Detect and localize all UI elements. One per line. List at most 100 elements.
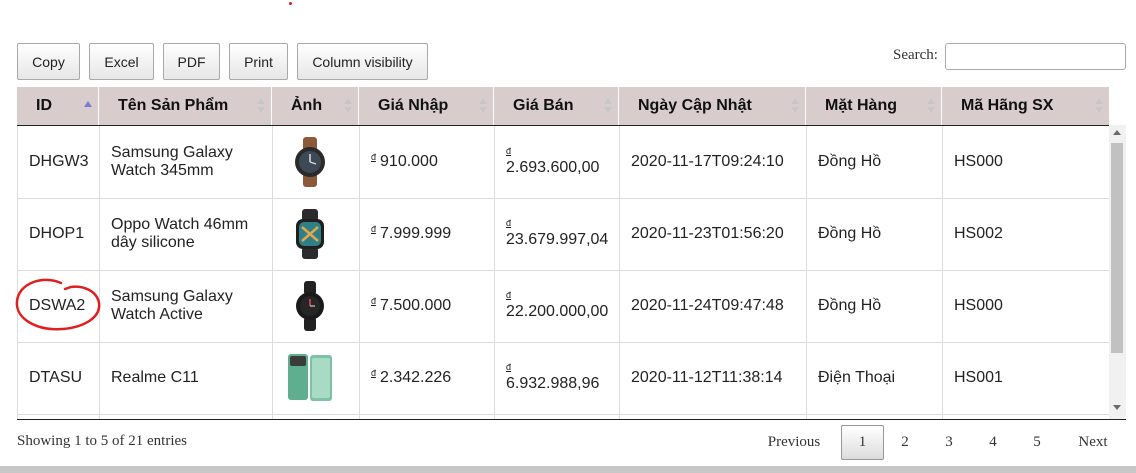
cell-updated: 2020-11-24T09:47:48 <box>619 270 806 342</box>
print-button[interactable]: Print <box>229 43 288 80</box>
sort-icon <box>1095 98 1103 114</box>
cell-product-name: Oppo Watch 46mm dây silicone <box>99 198 272 270</box>
cell-updated: 2020-11-17T09:24:10 <box>619 126 806 198</box>
import-price-value: 2.342.226 <box>380 369 452 386</box>
previous-page-button[interactable]: Previous <box>757 425 831 460</box>
sort-ascending-icon <box>84 98 92 114</box>
column-header-image[interactable]: Ảnh <box>272 87 359 125</box>
column-header-label: Mã Hãng SX <box>961 97 1054 114</box>
cell-image <box>272 126 359 198</box>
column-header-category[interactable]: Mặt Hàng <box>806 87 942 125</box>
currency-symbol: đ <box>371 152 377 162</box>
column-header-label: Giá Nhập <box>378 97 449 114</box>
column-header-sale-price[interactable]: Giá Bán <box>494 87 619 125</box>
cell-id: DSWA2 <box>17 270 99 342</box>
import-price-value: 910.000 <box>380 153 438 170</box>
column-header-product-name[interactable]: Tên Sản Phẩm <box>99 87 272 125</box>
cell-product-name: Samsung Galaxy Watch Active <box>99 270 272 342</box>
page-2-button[interactable]: 2 <box>890 425 920 460</box>
cell-import-price: đ 910.000 <box>359 126 494 198</box>
cell-sale-price: đ 23.679.997,04 <box>494 198 619 270</box>
products-table: ID Tên Sản Phẩm Ảnh Giá Nhập Giá Bán Ngà… <box>17 87 1109 420</box>
column-header-label: Giá Bán <box>513 97 574 114</box>
cell-sale-price: đ 6.932.988,96 <box>494 342 619 414</box>
phone-icon <box>288 354 332 401</box>
watch-icon <box>295 137 325 187</box>
red-dot-mark <box>289 2 292 5</box>
cell-manufacturer: HS000 <box>942 270 1109 342</box>
sale-price-value: 2.693.600,00 <box>506 159 600 176</box>
column-visibility-button[interactable]: Column visibility <box>297 43 428 80</box>
table-row[interactable]: DTASU Realme C11 đ 2.342.226 đ 6.932.988,9… <box>17 342 1109 415</box>
pdf-button[interactable]: PDF <box>163 43 220 80</box>
scrollbar-thumb[interactable] <box>1111 143 1123 353</box>
column-header-id[interactable]: ID <box>17 87 99 125</box>
search-input[interactable] <box>945 43 1126 70</box>
currency-symbol: đ <box>506 362 512 372</box>
cell-image <box>272 342 359 414</box>
product-name: Samsung Galaxy Watch Active <box>111 288 233 323</box>
column-header-label: Tên Sản Phẩm <box>118 97 229 114</box>
cell-updated: 2020-11-23T01:56:20 <box>619 198 806 270</box>
page-5-button[interactable]: 5 <box>1022 425 1052 460</box>
sort-icon <box>344 98 352 114</box>
sort-icon <box>927 98 935 114</box>
currency-symbol: đ <box>371 296 377 306</box>
search-label: Search: <box>893 47 938 63</box>
cell-import-price: đ 2.342.226 <box>359 342 494 414</box>
import-price-value: 7.500.000 <box>380 297 452 314</box>
product-name: Realme C11 <box>111 369 199 386</box>
cell-import-price: đ 7.999.999 <box>359 198 494 270</box>
cell-manufacturer: HS000 <box>942 126 1109 198</box>
product-name: Oppo Watch 46mm dây silicone <box>111 216 249 251</box>
sort-icon <box>604 98 612 114</box>
product-name: Samsung Galaxy Watch 345mm <box>111 144 233 179</box>
cell-sale-price: đ 2.693.600,00 <box>494 126 619 198</box>
cell-category: Đồng Hồ <box>806 126 942 198</box>
cell-manufacturer: HS001 <box>942 342 1109 414</box>
table-header: ID Tên Sản Phẩm Ảnh Giá Nhập Giá Bán Ngà… <box>17 87 1109 126</box>
table-row[interactable]: DHGW3 Samsung Galaxy Watch 345mm đ 910.00… <box>17 126 1109 199</box>
currency-symbol: đ <box>371 224 377 234</box>
page-3-button[interactable]: 3 <box>934 425 964 460</box>
column-header-import-price[interactable]: Giá Nhập <box>359 87 494 125</box>
scroll-down-arrow-icon[interactable] <box>1113 405 1121 410</box>
currency-symbol: đ <box>506 218 512 228</box>
column-header-manufacturer[interactable]: Mã Hãng SX <box>942 87 1109 125</box>
column-header-label: Mặt Hàng <box>825 97 897 114</box>
cell-id: DHGW3 <box>17 126 99 198</box>
sort-icon <box>257 98 265 114</box>
next-page-button[interactable]: Next <box>1068 425 1118 460</box>
column-header-label: Ảnh <box>291 97 323 114</box>
table-row[interactable]: DSWA2 Samsung Galaxy Watch Active đ 7.500… <box>17 270 1109 343</box>
cell-image <box>272 270 359 342</box>
excel-button[interactable]: Excel <box>89 43 154 80</box>
table-row[interactable]: DHOP1 Oppo Watch 46mm dây silicone đ 7.99… <box>17 198 1109 271</box>
column-header-label: ID <box>36 97 52 114</box>
sale-price-value: 22.200.000,00 <box>506 303 609 320</box>
cell-updated: 2020-11-12T11:38:14 <box>619 342 806 414</box>
cell-import-price: đ 7.500.000 <box>359 270 494 342</box>
cell-category: Đồng Hồ <box>806 270 942 342</box>
column-header-updated[interactable]: Ngày Cập Nhật <box>619 87 806 125</box>
page-4-button[interactable]: 4 <box>978 425 1008 460</box>
currency-symbol: đ <box>506 290 512 300</box>
cell-id: DHOP1 <box>17 198 99 270</box>
sort-icon <box>479 98 487 114</box>
copy-button[interactable]: Copy <box>17 43 80 80</box>
cell-image <box>272 198 359 270</box>
bottom-scrollbar[interactable] <box>0 466 1136 473</box>
page-1-button[interactable]: 1 <box>841 425 884 460</box>
cell-product-name: Realme C11 <box>99 342 272 414</box>
cell-id: DTASU <box>17 342 99 414</box>
sort-icon <box>791 98 799 114</box>
import-price-value: 7.999.999 <box>380 225 452 242</box>
watch-icon <box>296 209 324 259</box>
cell-product-name: Samsung Galaxy Watch 345mm <box>99 126 272 198</box>
currency-symbol: đ <box>506 146 512 156</box>
watch-icon <box>296 281 324 331</box>
scroll-up-arrow-icon[interactable] <box>1113 130 1121 135</box>
sale-price-value: 6.932.988,96 <box>506 375 600 392</box>
cell-sale-price: đ 22.200.000,00 <box>494 270 619 342</box>
column-header-label: Ngày Cập Nhật <box>638 97 752 114</box>
